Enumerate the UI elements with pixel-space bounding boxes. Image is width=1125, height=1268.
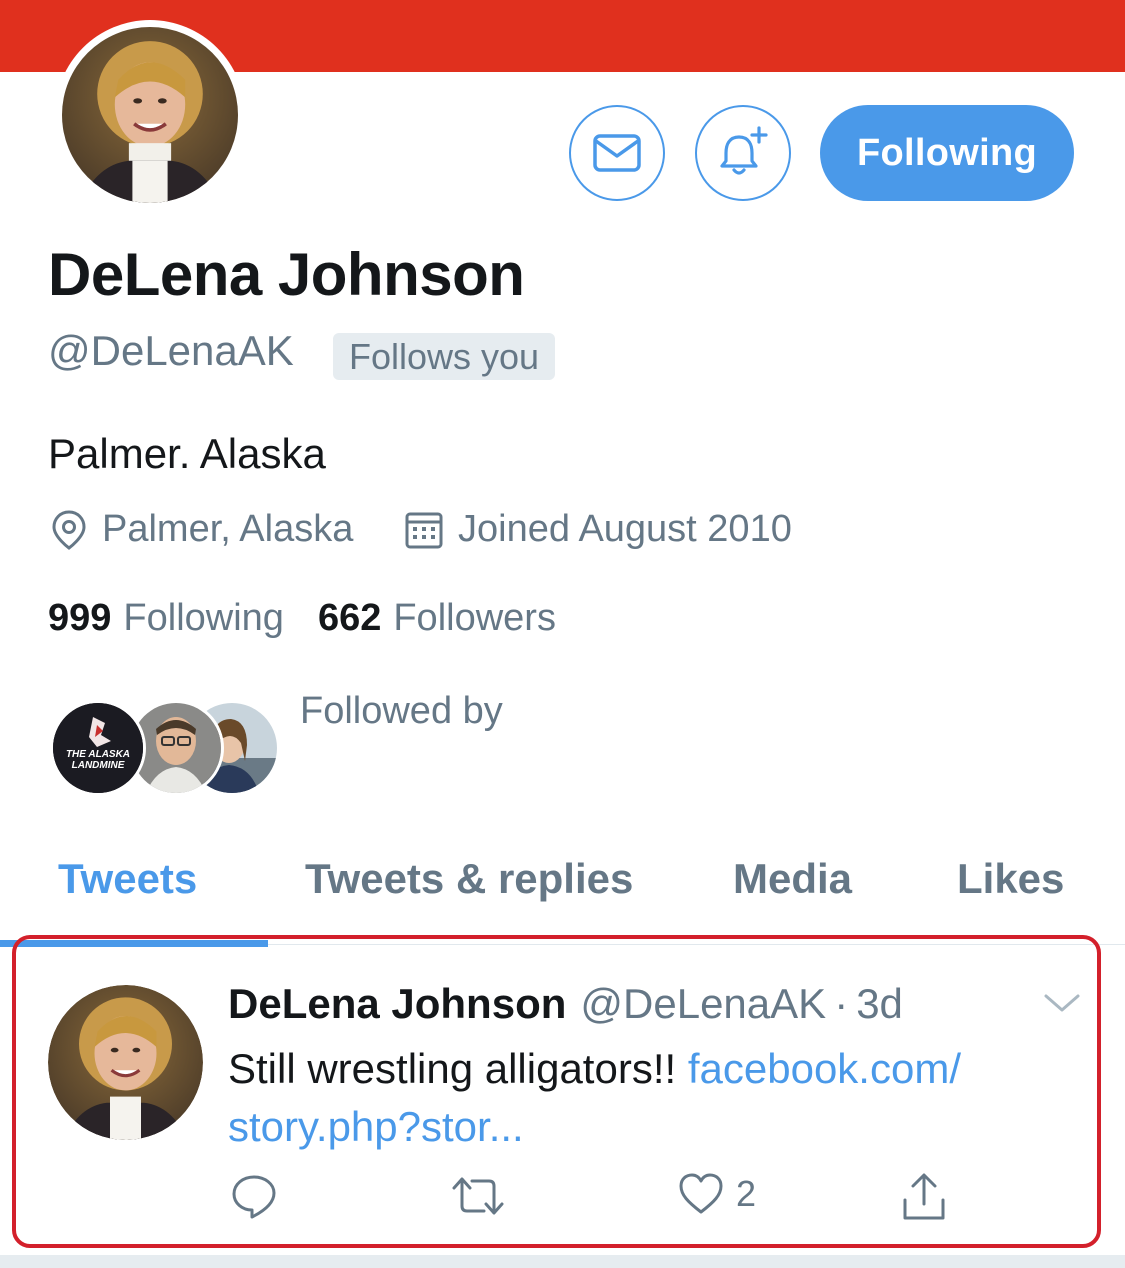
logo-text-line1: THE ALASKA [66, 749, 130, 760]
alaska-landmine-logo: THE ALASKA LANDMINE [53, 703, 143, 793]
bell-plus-icon [720, 126, 768, 175]
followers-count[interactable]: 662 Followers [318, 597, 556, 640]
location-pin-icon [52, 509, 86, 550]
following-number: 999 [48, 597, 112, 639]
location-text: Palmer, Alaska [102, 508, 354, 550]
tab-media[interactable]: Media [733, 855, 852, 903]
followers-number: 662 [317, 597, 382, 639]
tab-likes[interactable]: Likes [957, 855, 1064, 903]
tab-tweets[interactable]: Tweets [58, 855, 197, 903]
follow-counts: 999 Following 662 Followers [48, 597, 590, 640]
profile-bio: Palmer. Alaska [48, 430, 326, 477]
notifications-button[interactable] [695, 105, 791, 201]
profile-handle: @DeLenaAK [48, 327, 294, 374]
logo-text-line2: LANDMINE [72, 760, 125, 771]
following-button[interactable]: Following [820, 105, 1074, 201]
envelope-icon [593, 134, 641, 172]
joined-text: Joined August 2010 [458, 508, 792, 550]
tweet-highlight-frame [12, 935, 1101, 1248]
following-label: Following [123, 597, 284, 639]
profile-joined: Joined August 2010 [404, 508, 792, 551]
followed-by-avatar[interactable]: THE ALASKA LANDMINE [50, 700, 146, 796]
follows-you-badge: Follows you [333, 333, 556, 380]
tab-tweets-replies[interactable]: Tweets & replies [305, 855, 633, 903]
followers-label: Followers [393, 597, 556, 639]
calendar-icon [405, 512, 443, 548]
profile-location: Palmer, Alaska [50, 508, 353, 551]
profile-name: DeLena Johnson [48, 241, 525, 308]
following-count[interactable]: 999 Following [48, 597, 284, 640]
profile-photo [62, 27, 238, 203]
profile-avatar[interactable] [55, 20, 245, 210]
followed-by-label: Followed by [300, 690, 503, 732]
profile-tabs: Tweets Tweets & replies Media Likes [0, 855, 1125, 945]
bottom-divider [0, 1255, 1125, 1268]
message-button[interactable] [569, 105, 665, 201]
